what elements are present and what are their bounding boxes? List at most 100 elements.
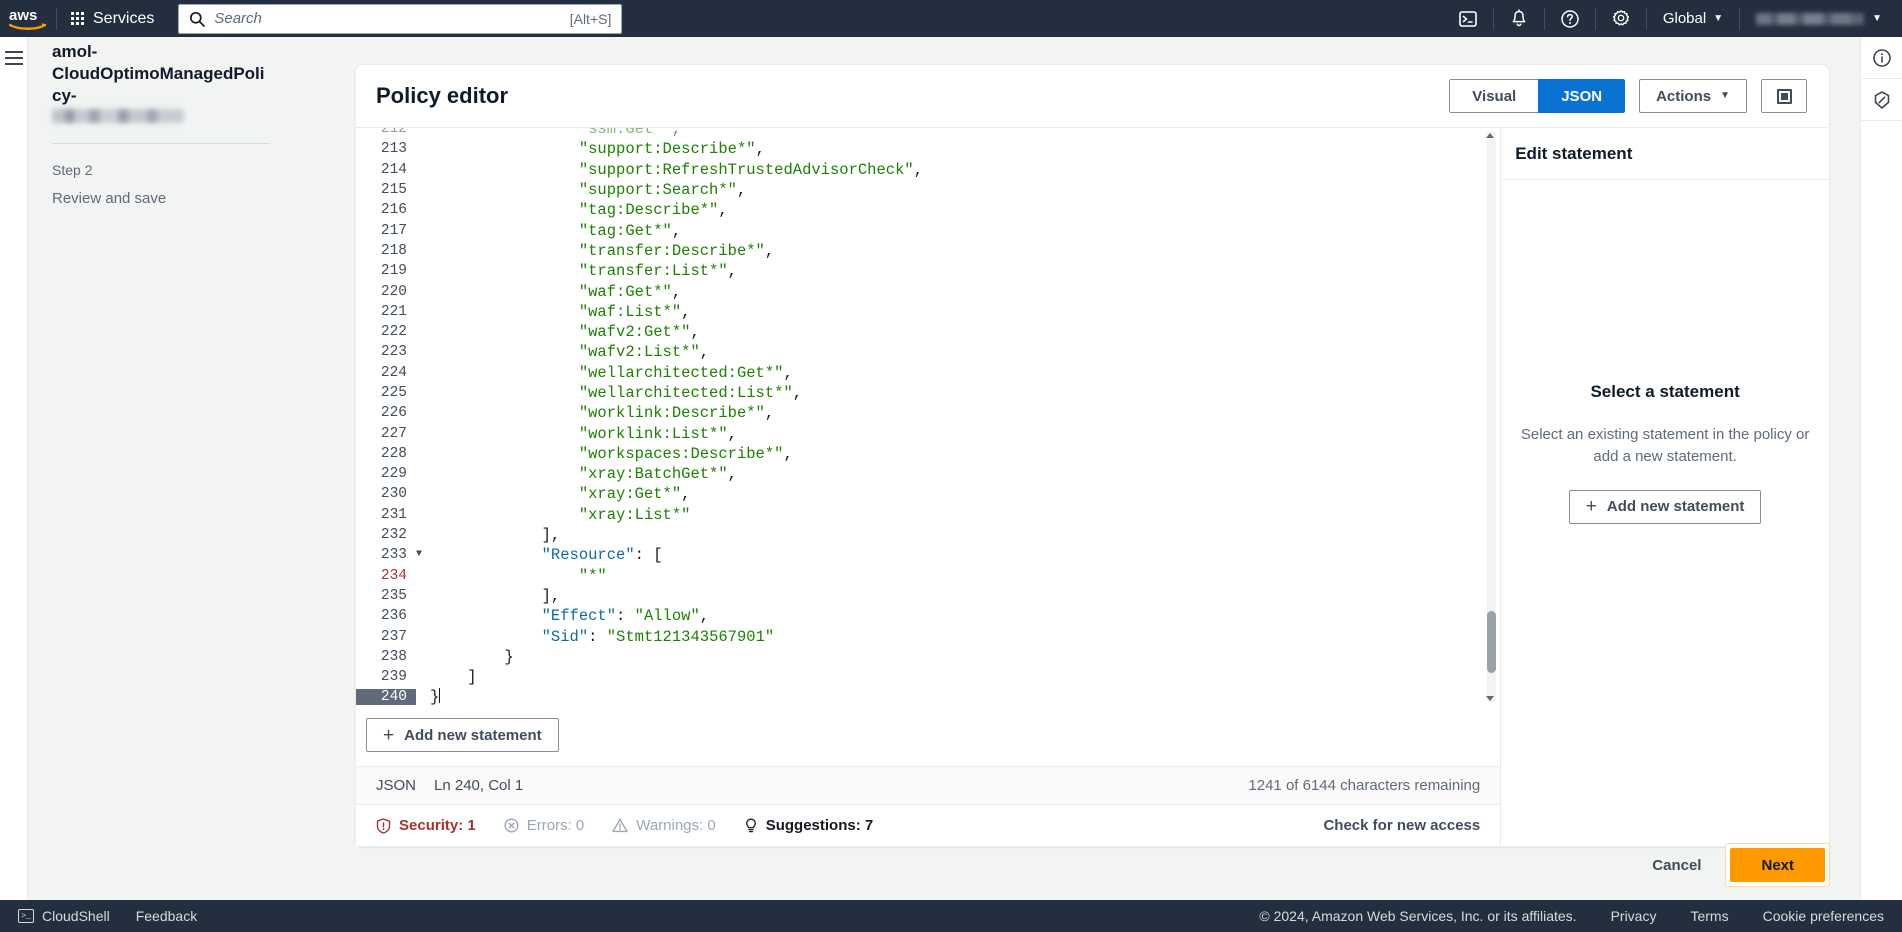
code-line[interactable]: 227 "worklink:List*", xyxy=(356,423,1500,443)
code-line[interactable]: 238 } xyxy=(356,647,1500,667)
notifications-bell-icon[interactable] xyxy=(1494,0,1544,37)
code-line[interactable]: 217 "tag:Get*", xyxy=(356,220,1500,240)
footer-right-group: © 2024, Amazon Web Services, Inc. or its… xyxy=(1259,908,1884,924)
code-text: } xyxy=(430,688,441,706)
split-panel-toggle-button[interactable] xyxy=(1761,79,1807,113)
feedback-link[interactable]: Feedback xyxy=(136,908,197,924)
code-text: "transfer:List*", xyxy=(578,262,737,281)
code-lines[interactable]: 212 "ssm:Get*", 213 "support:Describe*", 2… xyxy=(356,128,1500,706)
scrollbar-thumb[interactable] xyxy=(1487,611,1497,673)
code-line[interactable]: 221 "waf:List*", xyxy=(356,302,1500,322)
empty-state-title: Select a statement xyxy=(1590,382,1740,402)
code-line[interactable]: 230 "xray:Get*", xyxy=(356,484,1500,504)
chevron-down-icon: ▼ xyxy=(1872,12,1882,24)
code-line[interactable]: 239 ] xyxy=(356,667,1500,687)
cloudshell-button[interactable]: >_ CloudShell xyxy=(18,908,110,924)
code-text: "tag:Describe*", xyxy=(578,201,728,220)
sidebar-divider xyxy=(52,143,269,145)
terms-link[interactable]: Terms xyxy=(1690,908,1728,924)
code-line[interactable]: 212 "ssm:Get*", xyxy=(356,128,1500,139)
cancel-button[interactable]: Cancel xyxy=(1634,848,1719,882)
security-findings[interactable]: Security: 1 xyxy=(376,817,476,834)
characters-remaining: 1241 of 6144 characters remaining xyxy=(1248,777,1481,794)
line-number: 229 xyxy=(380,466,407,483)
code-text: "ssm:Get*", xyxy=(578,128,682,139)
code-line[interactable]: 236 "Effect": "Allow", xyxy=(356,606,1500,626)
privacy-link[interactable]: Privacy xyxy=(1611,908,1657,924)
warning-triangle-icon xyxy=(612,818,628,833)
account-name-redacted xyxy=(1756,12,1865,25)
plus-icon: + xyxy=(383,724,395,746)
next-button[interactable]: Next xyxy=(1730,848,1825,882)
line-number: 235 xyxy=(380,587,407,604)
code-line[interactable]: 216 "tag:Describe*", xyxy=(356,200,1500,220)
code-line[interactable]: 215 "support:Search*", xyxy=(356,180,1500,200)
code-area[interactable]: 212 "ssm:Get*", 213 "support:Describe*", 2… xyxy=(356,128,1501,706)
check-for-new-access-button[interactable]: Check for new access xyxy=(1323,817,1480,834)
add-new-statement-label: Add new statement xyxy=(404,726,542,744)
code-text: ], xyxy=(541,586,561,605)
line-number: 213 xyxy=(380,141,407,158)
code-line[interactable]: 224 "wellarchitected:Get*", xyxy=(356,363,1500,383)
cloudshell-label: CloudShell xyxy=(42,908,110,924)
fold-toggle-icon[interactable]: ▼ xyxy=(416,550,430,560)
code-line[interactable]: 240} xyxy=(356,687,1500,706)
line-number: 221 xyxy=(380,303,407,320)
code-line[interactable]: 231 "xray:List*" xyxy=(356,505,1500,525)
editor-scrollbar[interactable] xyxy=(1486,131,1497,703)
code-line[interactable]: 229 "xray:BatchGet*", xyxy=(356,464,1500,484)
error-circle-icon xyxy=(504,818,519,833)
global-search[interactable]: [Alt+S] xyxy=(178,3,623,34)
code-line[interactable]: 222 "wafv2:Get*", xyxy=(356,322,1500,342)
cookie-preferences-link[interactable]: Cookie preferences xyxy=(1763,908,1884,924)
code-line[interactable]: 233 ▼ "Resource": [ xyxy=(356,545,1500,565)
account-menu[interactable]: ▼ xyxy=(1740,12,1902,25)
code-line[interactable]: 213 "support:Describe*", xyxy=(356,139,1500,159)
cursor-position: Ln 240, Col 1 xyxy=(434,777,524,794)
line-number: 233 xyxy=(380,547,407,564)
code-line[interactable]: 232 ], xyxy=(356,525,1500,545)
code-line[interactable]: 223 "wafv2:List*", xyxy=(356,342,1500,362)
line-number: 238 xyxy=(380,648,407,665)
tab-visual[interactable]: Visual xyxy=(1449,79,1539,113)
info-panel-button[interactable] xyxy=(1861,37,1902,79)
code-line[interactable]: 228 "workspaces:Describe*", xyxy=(356,444,1500,464)
code-line[interactable]: 220 "waf:Get*", xyxy=(356,281,1500,301)
aws-logo[interactable]: aws xyxy=(0,7,56,31)
actions-dropdown-button[interactable]: Actions ▼ xyxy=(1639,79,1747,113)
add-new-statement-button[interactable]: + Add new statement xyxy=(366,718,559,752)
region-selector[interactable]: Global ▼ xyxy=(1647,10,1739,27)
code-text: "waf:Get*", xyxy=(578,282,682,301)
code-line[interactable]: 234 "*" xyxy=(356,566,1500,586)
chevron-down-icon: ▼ xyxy=(1720,90,1730,101)
code-line[interactable]: 218 "transfer:Describe*", xyxy=(356,241,1500,261)
scroll-up-arrow-icon[interactable] xyxy=(1486,133,1495,138)
code-line[interactable]: 235 ], xyxy=(356,586,1500,606)
line-number: 236 xyxy=(380,608,407,625)
help-icon[interactable] xyxy=(1545,0,1595,37)
panel-add-new-statement-button[interactable]: + Add new statement xyxy=(1568,489,1762,524)
tab-json[interactable]: JSON xyxy=(1538,79,1626,113)
code-line[interactable]: 225 "wellarchitected:List*", xyxy=(356,383,1500,403)
scroll-down-arrow-icon[interactable] xyxy=(1486,696,1495,701)
next-button-focus-ring: Next xyxy=(1725,843,1830,887)
empty-state-description: Select an existing statement in the poli… xyxy=(1520,426,1810,465)
line-number: 219 xyxy=(380,263,407,280)
search-input[interactable] xyxy=(214,10,561,27)
code-line[interactable]: 214 "support:RefreshTrustedAdvisorCheck"… xyxy=(356,160,1500,180)
settings-gear-icon[interactable] xyxy=(1596,0,1646,37)
suggestions-count[interactable]: Suggestions: 7 xyxy=(744,817,873,834)
code-line[interactable]: 237 "Sid": "Stmt121343567901" xyxy=(356,626,1500,646)
services-menu-button[interactable]: Services xyxy=(57,0,168,37)
cloudshell-icon[interactable] xyxy=(1443,0,1493,37)
actions-label: Actions xyxy=(1656,87,1712,105)
line-number: 217 xyxy=(380,222,407,239)
security-panel-button[interactable] xyxy=(1861,79,1902,121)
sidebar-step-label[interactable]: Review and save xyxy=(52,190,269,207)
editor-status-bar: JSON Ln 240, Col 1 1241 of 6144 characte… xyxy=(356,766,1501,804)
code-line[interactable]: 226 "worklink:Describe*", xyxy=(356,403,1500,423)
code-line[interactable]: 219 "transfer:List*", xyxy=(356,261,1500,281)
add-statement-bar: + Add new statement xyxy=(356,706,1500,766)
menu-toggle-icon[interactable] xyxy=(4,47,23,920)
code-text: "xray:BatchGet*", xyxy=(578,465,737,484)
